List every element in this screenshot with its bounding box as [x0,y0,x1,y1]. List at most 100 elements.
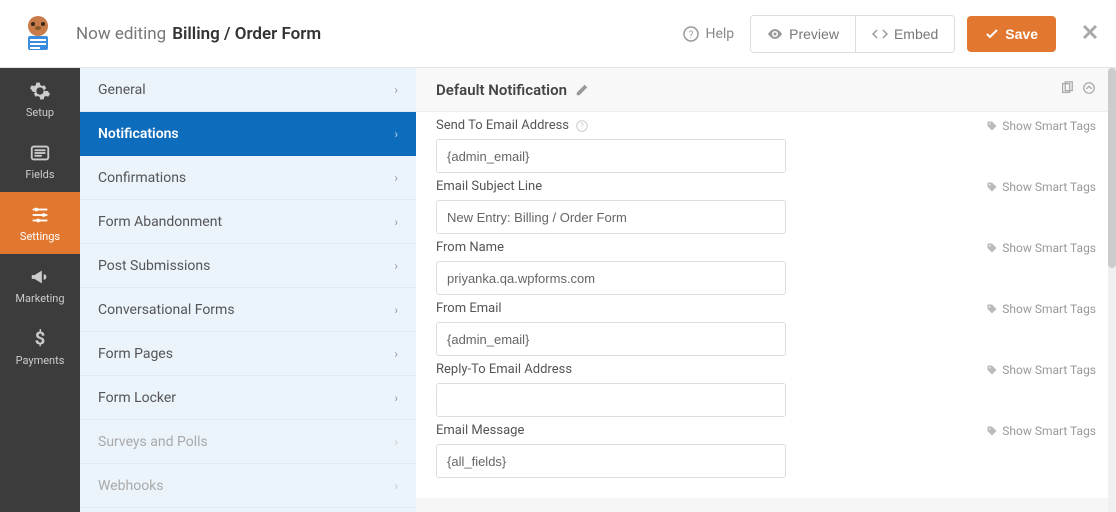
field-send-to: Send To Email Address ? Show Smart Tags [416,112,1116,173]
subject-input[interactable] [436,200,786,234]
smart-tags-toggle[interactable]: Show Smart Tags [986,424,1096,438]
chevron-right-icon: › [394,391,398,405]
dollar-icon: $ [29,328,51,350]
from-name-input[interactable] [436,261,786,295]
rail-label: Setup [26,106,54,119]
smart-tags-toggle[interactable]: Show Smart Tags [986,302,1096,316]
settings-item-conversational-forms[interactable]: Conversational Forms › [80,288,416,332]
rail-label: Payments [16,354,65,367]
settings-item-webhooks[interactable]: Webhooks › [80,464,416,508]
rail-label: Fields [25,168,54,181]
rail-item-marketing[interactable]: Marketing [0,254,80,316]
settings-item-label: Confirmations [98,170,186,186]
chevron-right-icon: › [394,83,398,97]
chevron-right-icon: › [394,171,398,185]
settings-item-confirmations[interactable]: Confirmations › [80,156,416,200]
smart-tags-toggle[interactable]: Show Smart Tags [986,241,1096,255]
settings-item-label: Form Abandonment [98,214,222,230]
settings-item-form-pages[interactable]: Form Pages › [80,332,416,376]
chevron-right-icon: › [394,303,398,317]
form-name[interactable]: Billing / Order Form [172,24,321,44]
embed-button[interactable]: Embed [855,16,954,52]
pencil-icon[interactable] [575,83,589,97]
field-label: Send To Email Address [436,118,569,133]
from-email-input[interactable] [436,322,786,356]
settings-item-label: Conversational Forms [98,302,235,318]
embed-label: Embed [894,26,938,42]
editing-label: Now editing [76,24,166,44]
rail-label: Marketing [15,292,64,305]
save-button[interactable]: Save [967,16,1056,52]
sliders-icon [29,204,51,226]
close-button[interactable] [1080,20,1100,48]
tag-icon [986,425,998,437]
chevron-right-icon: › [394,479,398,493]
field-from-email: From Email Show Smart Tags [416,295,1116,356]
help-icon[interactable]: ? [575,119,589,133]
help-link[interactable]: ? Help [683,26,734,42]
settings-item-label: Form Pages [98,346,173,362]
field-label: From Name [436,240,504,255]
scrollbar[interactable] [1108,68,1116,512]
reply-to-input[interactable] [436,383,786,417]
check-icon [985,27,999,41]
panel-header: Default Notification [416,68,1116,112]
preview-button[interactable]: Preview [751,16,855,52]
settings-item-form-locker[interactable]: Form Locker › [80,376,416,420]
panel-title: Default Notification [436,81,589,99]
rail-item-settings[interactable]: Settings [0,192,80,254]
chevron-right-icon: › [394,347,398,361]
settings-item-post-submissions[interactable]: Post Submissions › [80,244,416,288]
collapse-icon[interactable] [1082,80,1096,99]
send-to-input[interactable] [436,139,786,173]
settings-sidebar: General › Notifications › Confirmations … [80,68,416,512]
field-label: Email Subject Line [436,179,542,194]
rail-item-fields[interactable]: Fields [0,130,80,192]
scrollbar-thumb[interactable] [1108,68,1116,268]
duplicate-icon[interactable] [1060,80,1074,99]
app-logo [16,12,60,56]
settings-item-label: Form Locker [98,390,176,406]
settings-item-label: Notifications [98,126,179,142]
chevron-right-icon: › [394,215,398,229]
svg-text:$: $ [35,328,46,349]
code-icon [872,26,888,42]
rail-item-setup[interactable]: Setup [0,68,80,130]
chevron-right-icon: › [394,259,398,273]
message-input[interactable] [436,444,786,478]
chevron-right-icon: › [394,127,398,141]
field-from-name: From Name Show Smart Tags [416,234,1116,295]
field-label: Email Message [436,423,524,438]
eye-icon [767,26,783,42]
tag-icon [986,242,998,254]
settings-item-notifications[interactable]: Notifications › [80,112,416,156]
settings-item-surveys-polls[interactable]: Surveys and Polls › [80,420,416,464]
smart-tags-toggle[interactable]: Show Smart Tags [986,363,1096,377]
rail-label: Settings [20,230,60,243]
field-subject: Email Subject Line Show Smart Tags [416,173,1116,234]
settings-item-label: Post Submissions [98,258,210,274]
tag-icon [986,120,998,132]
field-message: Email Message Show Smart Tags [416,417,1116,478]
svg-text:?: ? [580,121,584,130]
rail-item-payments[interactable]: $ Payments [0,316,80,378]
help-label: Help [705,26,734,42]
icon-rail: Setup Fields Settings Marketing $ Paymen… [0,68,80,512]
settings-item-label: Webhooks [98,478,164,494]
field-label: From Email [436,301,502,316]
smart-tags-toggle[interactable]: Show Smart Tags [986,119,1096,133]
list-icon [29,142,51,164]
tag-icon [986,364,998,376]
settings-item-general[interactable]: General › [80,68,416,112]
gear-icon [29,80,51,102]
chevron-right-icon: › [394,435,398,449]
tag-icon [986,181,998,193]
preview-label: Preview [789,26,839,42]
settings-item-form-abandonment[interactable]: Form Abandonment › [80,200,416,244]
save-label: Save [1005,26,1038,42]
svg-text:?: ? [689,30,694,41]
preview-embed-group: Preview Embed [750,15,955,53]
content-area: Default Notification Send To Email Addre… [416,68,1116,512]
field-label: Reply-To Email Address [436,362,572,377]
smart-tags-toggle[interactable]: Show Smart Tags [986,180,1096,194]
